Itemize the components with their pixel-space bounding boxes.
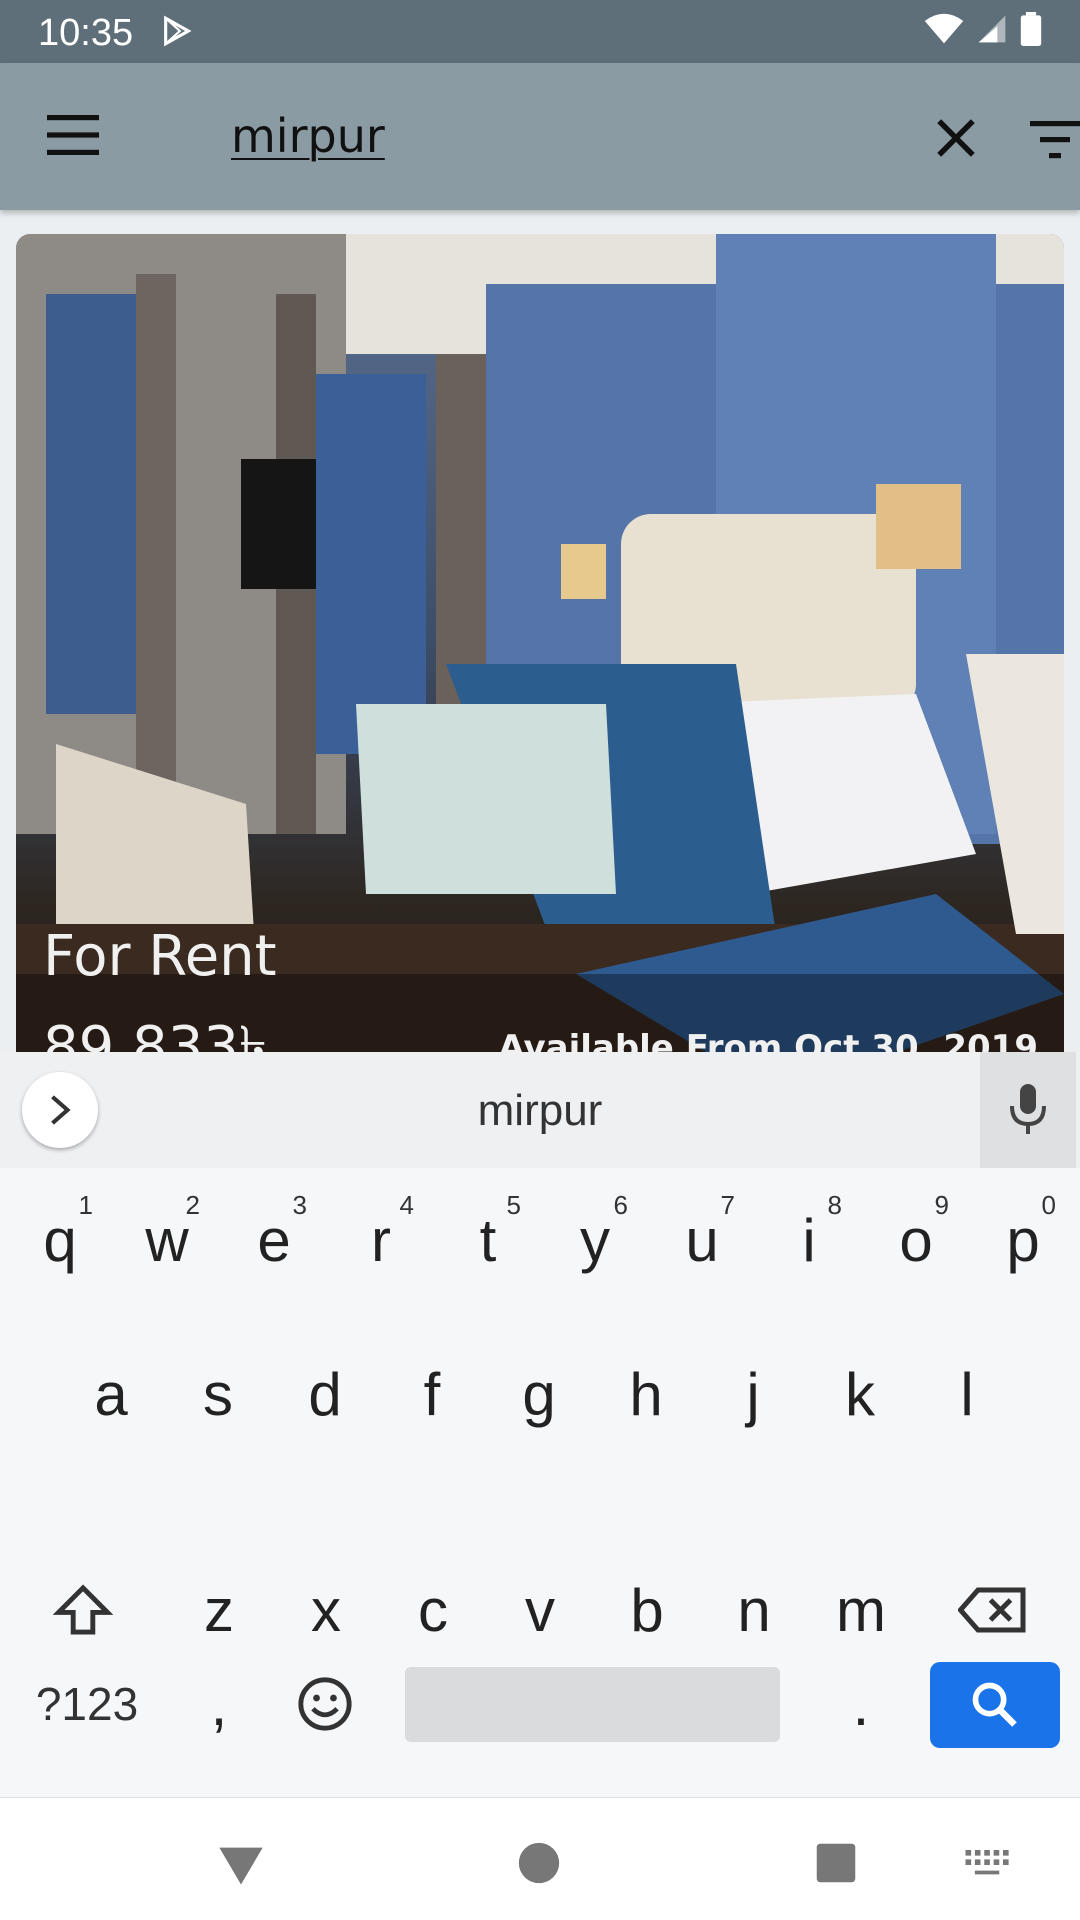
key-b[interactable]: b (594, 1550, 700, 1670)
signal-icon (978, 15, 1006, 43)
navigation-bar (0, 1797, 1080, 1920)
listing-type: For Rent (43, 924, 277, 989)
suggestion-bar: mirpur (0, 1052, 1080, 1168)
key-h[interactable]: h (593, 1334, 699, 1454)
key-label: y (580, 1206, 610, 1274)
search-input[interactable]: mirpur (231, 109, 385, 163)
key-o[interactable]: o9 (863, 1180, 969, 1300)
key-hint: 1 (78, 1190, 93, 1220)
key-label: p (1006, 1206, 1040, 1274)
home-icon[interactable] (517, 1841, 561, 1885)
key-label: t (479, 1206, 497, 1274)
key-label: q (43, 1206, 77, 1274)
wifi-icon (924, 13, 964, 44)
key-hint: 6 (613, 1190, 628, 1220)
key-label: u (685, 1206, 719, 1274)
key-w[interactable]: w2 (114, 1180, 220, 1300)
key-g[interactable]: g (486, 1334, 592, 1454)
key-v[interactable]: v (487, 1550, 593, 1670)
play-store-icon (164, 15, 192, 47)
key-a[interactable]: a (58, 1334, 164, 1454)
key-n[interactable]: n (701, 1550, 807, 1670)
key-hint: 9 (934, 1190, 949, 1220)
mic-icon (1010, 1084, 1046, 1134)
status-bar: 10:35 (0, 0, 1080, 63)
filter-icon[interactable] (1030, 119, 1080, 159)
key-hint: 7 (720, 1190, 735, 1220)
key-u[interactable]: u7 (649, 1180, 755, 1300)
key-j[interactable]: j (700, 1334, 806, 1454)
key-e[interactable]: e3 (221, 1180, 327, 1300)
key-hint: 2 (185, 1190, 200, 1220)
recents-icon[interactable] (815, 1842, 857, 1884)
key-c[interactable]: c (380, 1550, 486, 1670)
key-hint: 8 (827, 1190, 842, 1220)
search-icon (972, 1682, 1017, 1727)
battery-icon (1020, 12, 1042, 46)
key-q[interactable]: q1 (7, 1180, 113, 1300)
key-hint: 0 (1041, 1190, 1056, 1220)
key-hint: 5 (506, 1190, 521, 1220)
emoji-icon (298, 1677, 352, 1731)
key-t[interactable]: t5 (435, 1180, 541, 1300)
backspace-key[interactable] (940, 1550, 1046, 1670)
search-key[interactable] (930, 1662, 1060, 1748)
keyboard-switch-icon[interactable] (965, 1850, 1011, 1880)
key-f[interactable]: f (379, 1334, 485, 1454)
key-hint: 3 (292, 1190, 307, 1220)
shift-icon (53, 1584, 113, 1635)
key-x[interactable]: x (273, 1550, 379, 1670)
close-icon[interactable] (935, 117, 977, 159)
suggestion-word[interactable]: mirpur (0, 1086, 1080, 1136)
listing-card[interactable]: For Rent 89,833৳ Available From Oct 30, … (16, 234, 1064, 1134)
soft-keyboard: mirpur ?123 , . q 1 w 2 e 3 r 4 t 5 y 6 … (0, 1052, 1080, 1797)
app-bar: mirpur (0, 63, 1080, 210)
key-label: o (899, 1206, 933, 1274)
spacebar[interactable] (405, 1667, 780, 1742)
key-hint: 4 (399, 1190, 414, 1220)
status-icons (924, 12, 1042, 46)
key-d[interactable]: d (272, 1334, 378, 1454)
listing-photo (16, 234, 1064, 1134)
key-i[interactable]: i8 (756, 1180, 862, 1300)
symbols-key[interactable]: ?123 (22, 1644, 152, 1764)
key-s[interactable]: s (165, 1334, 271, 1454)
key-label: i (802, 1206, 816, 1274)
key-label: r (371, 1206, 391, 1274)
key-label: w (145, 1206, 189, 1274)
status-time: 10:35 (38, 12, 134, 54)
key-label: e (257, 1206, 291, 1274)
key-r[interactable]: r4 (328, 1180, 434, 1300)
key-m[interactable]: m (808, 1550, 914, 1670)
key-z[interactable]: z (166, 1550, 272, 1670)
menu-icon[interactable] (47, 115, 99, 155)
key-y[interactable]: y6 (542, 1180, 648, 1300)
back-icon[interactable] (215, 1843, 267, 1887)
key-l[interactable]: l (914, 1334, 1020, 1454)
voice-input-button[interactable] (980, 1052, 1076, 1168)
key-p[interactable]: p0 (970, 1180, 1076, 1300)
backspace-icon (958, 1587, 1026, 1633)
screen: 10:35 mirpur For Rent 89,833৳ Available … (0, 0, 1080, 1920)
key-k[interactable]: k (807, 1334, 913, 1454)
